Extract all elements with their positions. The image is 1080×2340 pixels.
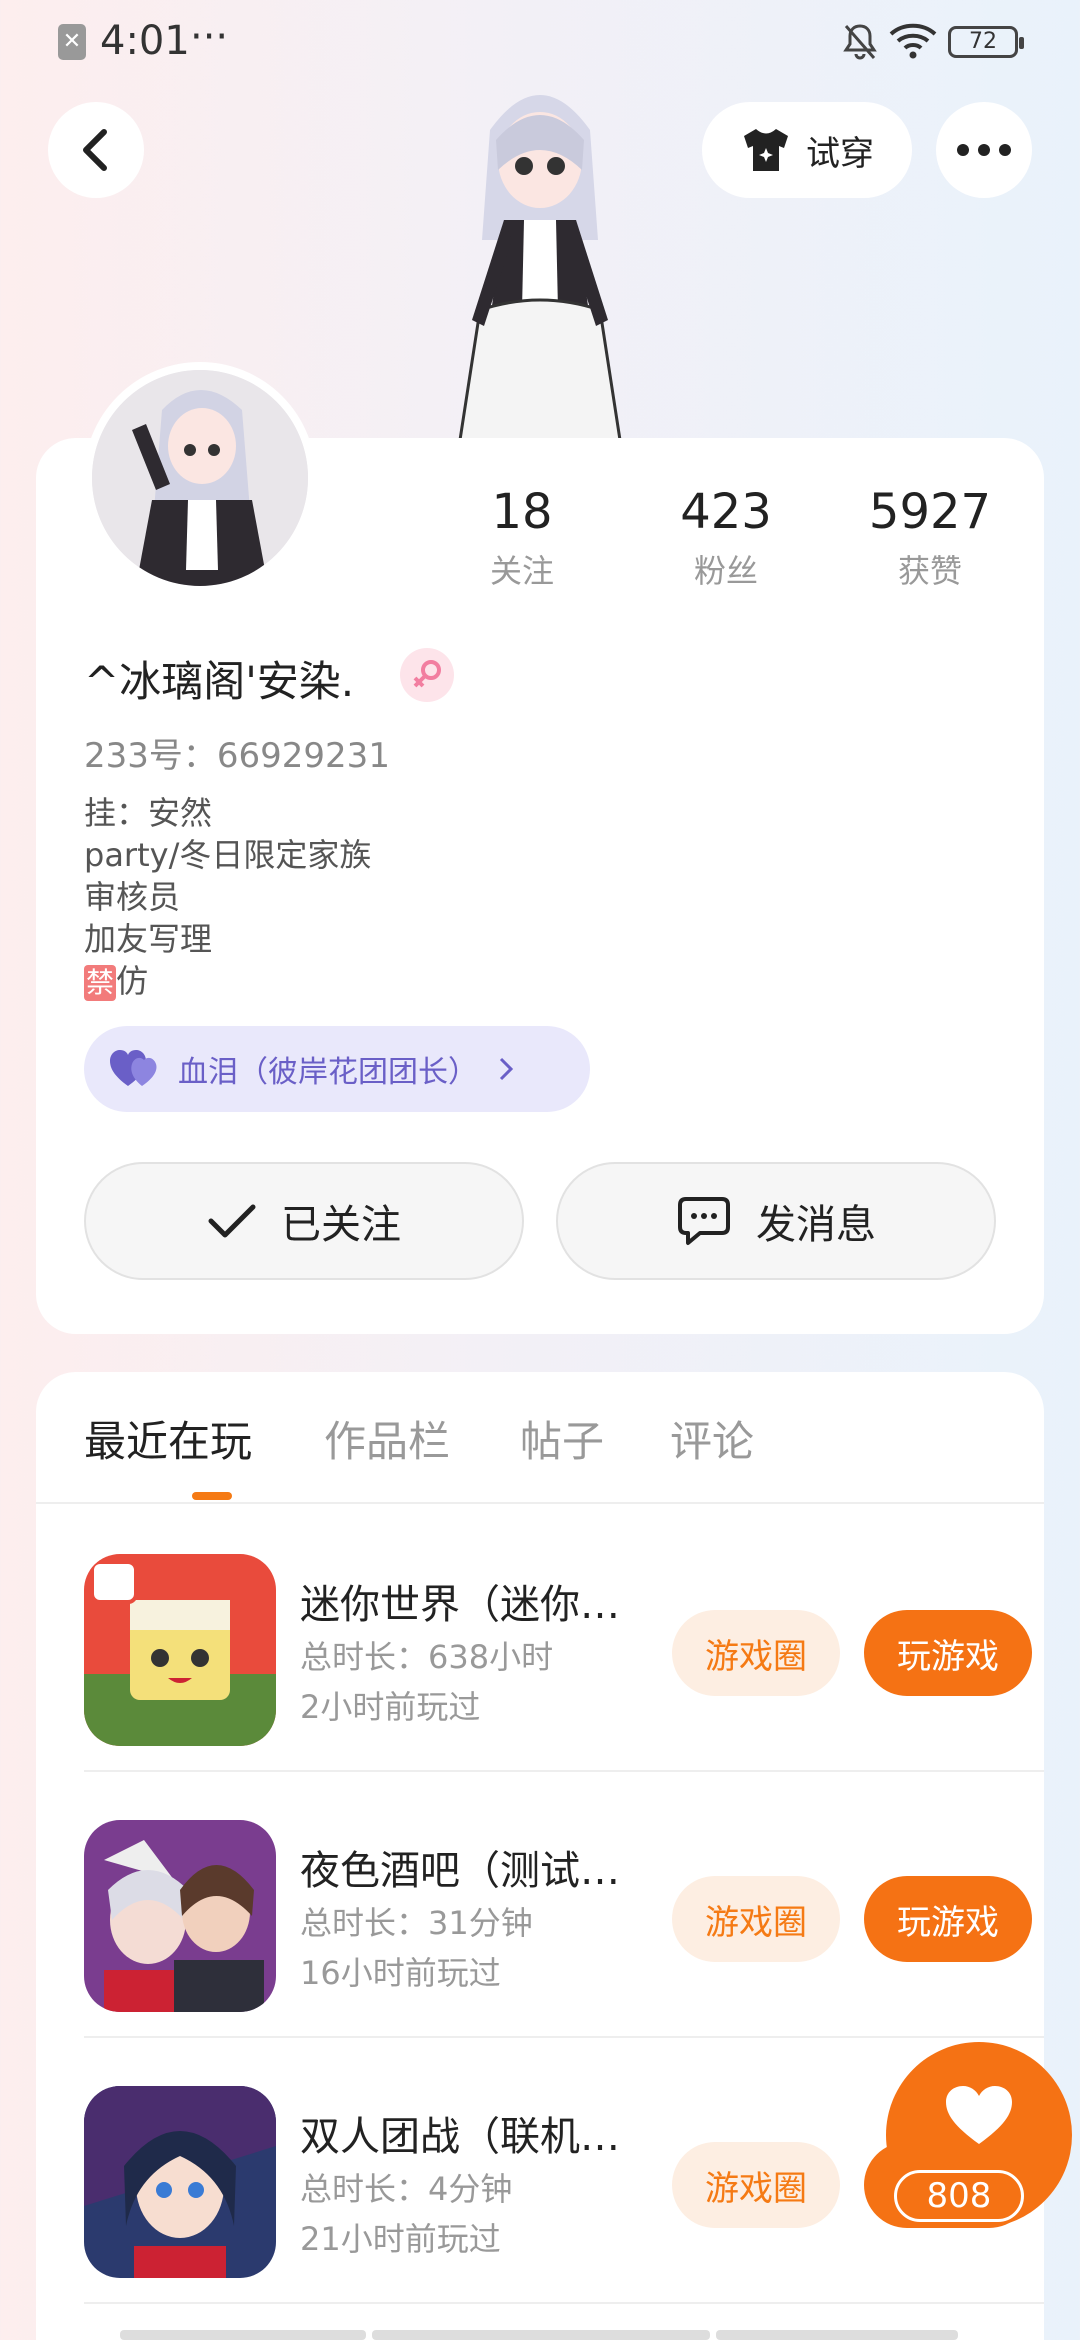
play-game-button[interactable]: 玩游戏 bbox=[864, 1876, 1032, 1962]
game-icon[interactable] bbox=[84, 1820, 276, 2012]
tab-posts[interactable]: 帖子 bbox=[520, 1408, 604, 1469]
game-circle-button[interactable]: 游戏圈 bbox=[672, 1876, 840, 1962]
game-title: 夜色酒吧（测试版） bbox=[300, 1848, 620, 1894]
bio-line: 加友写理 bbox=[84, 920, 213, 958]
next-item-stub bbox=[372, 2330, 710, 2340]
avatar-character-figure bbox=[458, 95, 622, 440]
fans-count: 423 bbox=[680, 484, 772, 540]
bio-line: 挂：安然 bbox=[84, 794, 213, 832]
stat-likes[interactable]: 5927 获赞 bbox=[830, 484, 1030, 592]
stat-following[interactable]: 18 关注 bbox=[422, 484, 622, 592]
followed-button[interactable]: 已关注 bbox=[84, 1162, 524, 1280]
wifi-icon bbox=[889, 23, 937, 59]
ban-badge: 禁 bbox=[84, 965, 117, 1001]
game-title: 迷你世界（迷你世界） bbox=[300, 1582, 620, 1628]
checkmark-icon bbox=[208, 1204, 256, 1238]
female-gender-icon bbox=[400, 648, 454, 702]
heart-icon bbox=[110, 1050, 157, 1086]
family-tag-label: 血泪（彼岸花团团长） bbox=[178, 1055, 478, 1090]
list-item[interactable]: 夜色酒吧（测试版） 总时长：31分钟 16小时前玩过 游戏圈 玩游戏 bbox=[84, 1772, 1044, 2038]
back-button[interactable] bbox=[48, 102, 144, 198]
heart-icon bbox=[946, 2086, 1012, 2144]
list-item[interactable]: 迷你世界（迷你世界） 总时长：638小时 2小时前玩过 游戏圈 玩游戏 bbox=[84, 1506, 1044, 1772]
following-count: 18 bbox=[491, 484, 553, 540]
game-duration: 总时长：4分钟 bbox=[300, 2170, 513, 2208]
game-icon[interactable] bbox=[84, 1554, 276, 1746]
content-card: 最近在玩 作品栏 帖子 评论 迷你世界（迷你世界） 总时长：638小时 2小时前… bbox=[36, 1372, 1044, 2340]
bio-line: 审核员 bbox=[84, 878, 181, 916]
next-item-stub bbox=[120, 2330, 366, 2340]
try-on-button[interactable]: 试穿 bbox=[702, 102, 912, 198]
game-duration: 总时长：31分钟 bbox=[300, 1904, 533, 1942]
tab-works[interactable]: 作品栏 bbox=[324, 1408, 450, 1469]
likes-label: 获赞 bbox=[897, 552, 962, 590]
family-tag[interactable]: 血泪（彼岸花团团长） bbox=[84, 1026, 590, 1112]
status-time: 4:01 bbox=[100, 18, 190, 64]
followed-label: 已关注 bbox=[281, 1202, 401, 1248]
chat-bubble-icon bbox=[678, 1197, 730, 1245]
game-title: 双人团战（联机版） bbox=[300, 2114, 620, 2160]
game-icon[interactable] bbox=[84, 2086, 276, 2278]
game-last-played: 16小时前玩过 bbox=[300, 1954, 501, 1992]
avatar-image bbox=[92, 370, 308, 586]
game-last-played: 2小时前玩过 bbox=[300, 1688, 481, 1726]
send-message-label: 发消息 bbox=[756, 1202, 876, 1248]
battery-indicator: 72 bbox=[948, 26, 1024, 58]
notification-close-icon: ✕ bbox=[58, 24, 86, 60]
status-more-dots: ··· bbox=[190, 14, 229, 60]
more-options-button[interactable] bbox=[936, 102, 1032, 198]
tab-comments[interactable]: 评论 bbox=[670, 1408, 754, 1469]
mute-bell-icon bbox=[843, 24, 877, 60]
user-id: 233号：66929231 bbox=[84, 736, 390, 776]
more-dots-icon bbox=[957, 144, 1011, 156]
bio-line: party/冬日限定家族 bbox=[84, 836, 372, 874]
game-circle-button[interactable]: 游戏圈 bbox=[672, 1610, 840, 1696]
chevron-right-icon bbox=[499, 1057, 514, 1081]
next-item-stub bbox=[716, 2330, 958, 2340]
nickname: ^冰璃阁'安染. bbox=[84, 657, 355, 706]
bio: 挂：安然 party/冬日限定家族 审核员 加友写理 禁仿 bbox=[84, 792, 371, 1002]
stat-fans[interactable]: 423 粉丝 bbox=[626, 484, 826, 592]
send-message-button[interactable]: 发消息 bbox=[556, 1162, 996, 1280]
tab-bar: 最近在玩 作品栏 帖子 评论 bbox=[36, 1372, 1044, 1504]
chevron-left-icon bbox=[83, 129, 107, 171]
bio-ban-text: 仿 bbox=[116, 962, 149, 1000]
avatar[interactable] bbox=[84, 362, 316, 594]
following-label: 关注 bbox=[489, 552, 554, 590]
likes-count: 5927 bbox=[868, 484, 992, 540]
play-game-button[interactable]: 玩游戏 bbox=[864, 1610, 1032, 1696]
game-duration: 总时长：638小时 bbox=[300, 1638, 554, 1676]
try-on-label: 试穿 bbox=[806, 133, 874, 174]
like-count: 808 bbox=[894, 2170, 1024, 2222]
bio-line: 禁仿 bbox=[84, 960, 371, 1002]
game-circle-button[interactable]: 游戏圈 bbox=[672, 2142, 840, 2228]
tab-active-indicator bbox=[192, 1492, 232, 1500]
shirt-sparkle-icon bbox=[744, 129, 788, 171]
fans-label: 粉丝 bbox=[693, 552, 758, 590]
tab-recently-played[interactable]: 最近在玩 bbox=[84, 1408, 252, 1469]
game-last-played: 21小时前玩过 bbox=[300, 2220, 501, 2258]
